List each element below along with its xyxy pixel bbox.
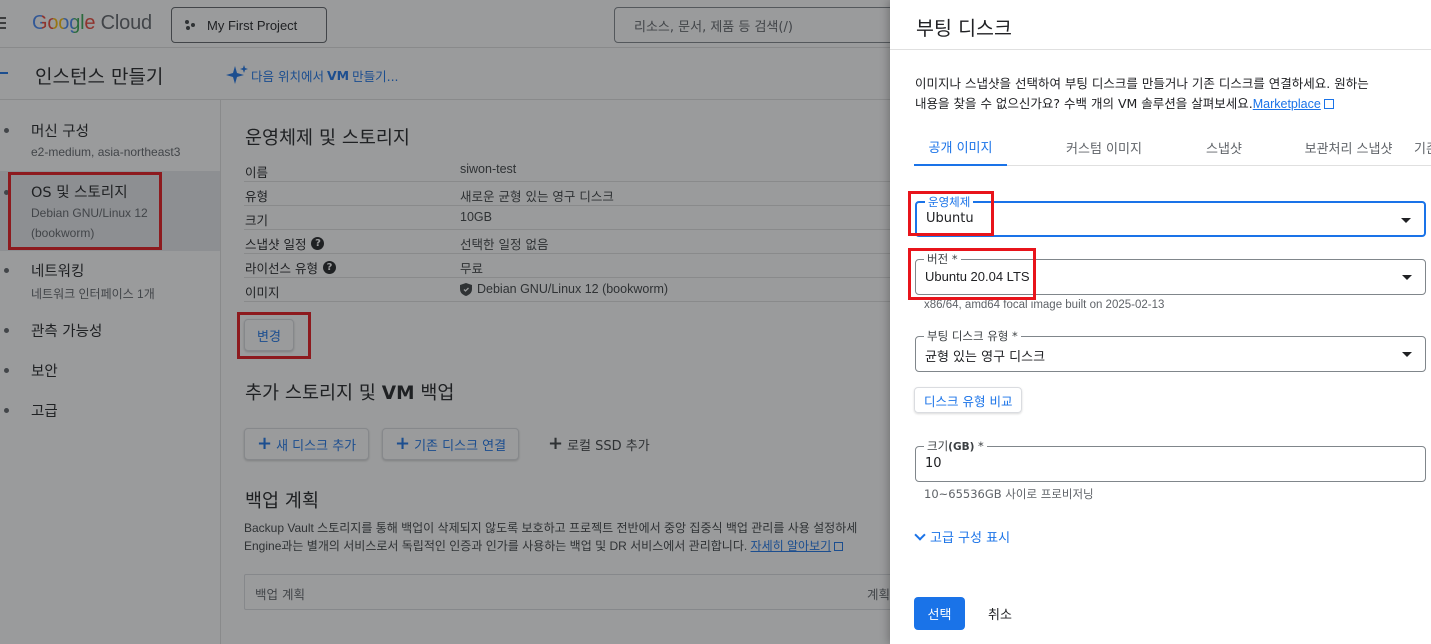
- select-button-label: 선택: [927, 608, 952, 623]
- size-label: 크기(GB) *: [924, 438, 987, 454]
- tab-snapshots[interactable]: 스냅샷: [1189, 128, 1259, 166]
- boot-disk-type-select[interactable]: 부팅 디스크 유형 * 균형 있는 영구 디스크: [915, 328, 1426, 372]
- size-label-prefix: 크기: [927, 439, 949, 453]
- compare-button-label: 디스크 유형 비교: [924, 393, 1013, 409]
- disk-type-value: 균형 있는 영구 디스크: [925, 350, 1046, 365]
- size-label-unit: (GB): [948, 441, 975, 453]
- boot-disk-panel: 부팅 디스크 이미지나 스냅샷을 선택하여 부팅 디스크를 만들거나 기존 디스…: [890, 0, 1431, 644]
- show-advanced-config-toggle[interactable]: 고급 구성 표시: [914, 527, 1011, 546]
- tab-existing-disks[interactable]: 기존: [1414, 128, 1431, 166]
- size-label-suffix: *: [974, 439, 984, 453]
- tab-label: 기존: [1414, 141, 1431, 157]
- tab-public-images[interactable]: 공개 이미지: [914, 128, 1007, 166]
- size-value: 10: [925, 456, 942, 471]
- size-input[interactable]: 크기(GB) * 10: [915, 438, 1426, 482]
- dropdown-caret-icon: [1401, 218, 1411, 223]
- external-link-icon: [1323, 99, 1334, 109]
- size-hint: 10~65536GB 사이로 프로비저닝: [924, 487, 1094, 501]
- tab-label: 보관처리 스냅샷: [1304, 141, 1393, 157]
- modal-scrim[interactable]: [0, 0, 890, 644]
- compare-disk-types-button[interactable]: 디스크 유형 비교: [914, 387, 1023, 413]
- advanced-label: 고급 구성 표시: [930, 531, 1011, 546]
- dropdown-caret-icon: [1402, 275, 1412, 280]
- version-hint: x86/64, amd64 focal image built on 2025-…: [924, 299, 1165, 311]
- image-source-tabs: 공개 이미지 커스텀 이미지 스냅샷 보관처리 스냅샷 기존: [914, 128, 1431, 166]
- tab-label: 공개 이미지: [928, 140, 993, 156]
- cancel-button-label: 취소: [988, 608, 1012, 623]
- dropdown-caret-icon: [1402, 352, 1412, 357]
- cancel-button[interactable]: 취소: [988, 604, 1012, 623]
- chevron-down-icon: [914, 528, 926, 541]
- panel-description: 이미지나 스냅샷을 선택하여 부팅 디스크를 만들거나 기존 디스크를 연결하세…: [915, 74, 1425, 114]
- panel-desc-line2: 내용을 찾을 수 없으신가요? 수백 개의 VM 솔루션을 살펴보세요.: [915, 96, 1253, 111]
- marketplace-link[interactable]: Marketplace: [1253, 97, 1321, 111]
- tab-custom-images[interactable]: 커스텀 이미지: [1054, 128, 1154, 166]
- divider: [890, 49, 1431, 50]
- tab-label: 스냅샷: [1206, 141, 1242, 157]
- annotation-box: [908, 191, 994, 236]
- panel-desc-line1: 이미지나 스냅샷을 선택하여 부팅 디스크를 만들거나 기존 디스크를 연결하세…: [915, 76, 1369, 91]
- tab-label: 커스텀 이미지: [1066, 141, 1142, 157]
- tab-archive-snapshots[interactable]: 보관처리 스냅샷: [1291, 128, 1406, 166]
- annotation-box: [908, 248, 1036, 300]
- panel-title: 부팅 디스크: [916, 17, 1012, 40]
- panel-desc-line2-wrap: 내용을 찾을 수 없으신가요? 수백 개의 VM 솔루션을 살펴보세요.Mark…: [915, 94, 1425, 114]
- disk-type-label: 부팅 디스크 유형 *: [924, 328, 1021, 344]
- select-button[interactable]: 선택: [914, 597, 965, 630]
